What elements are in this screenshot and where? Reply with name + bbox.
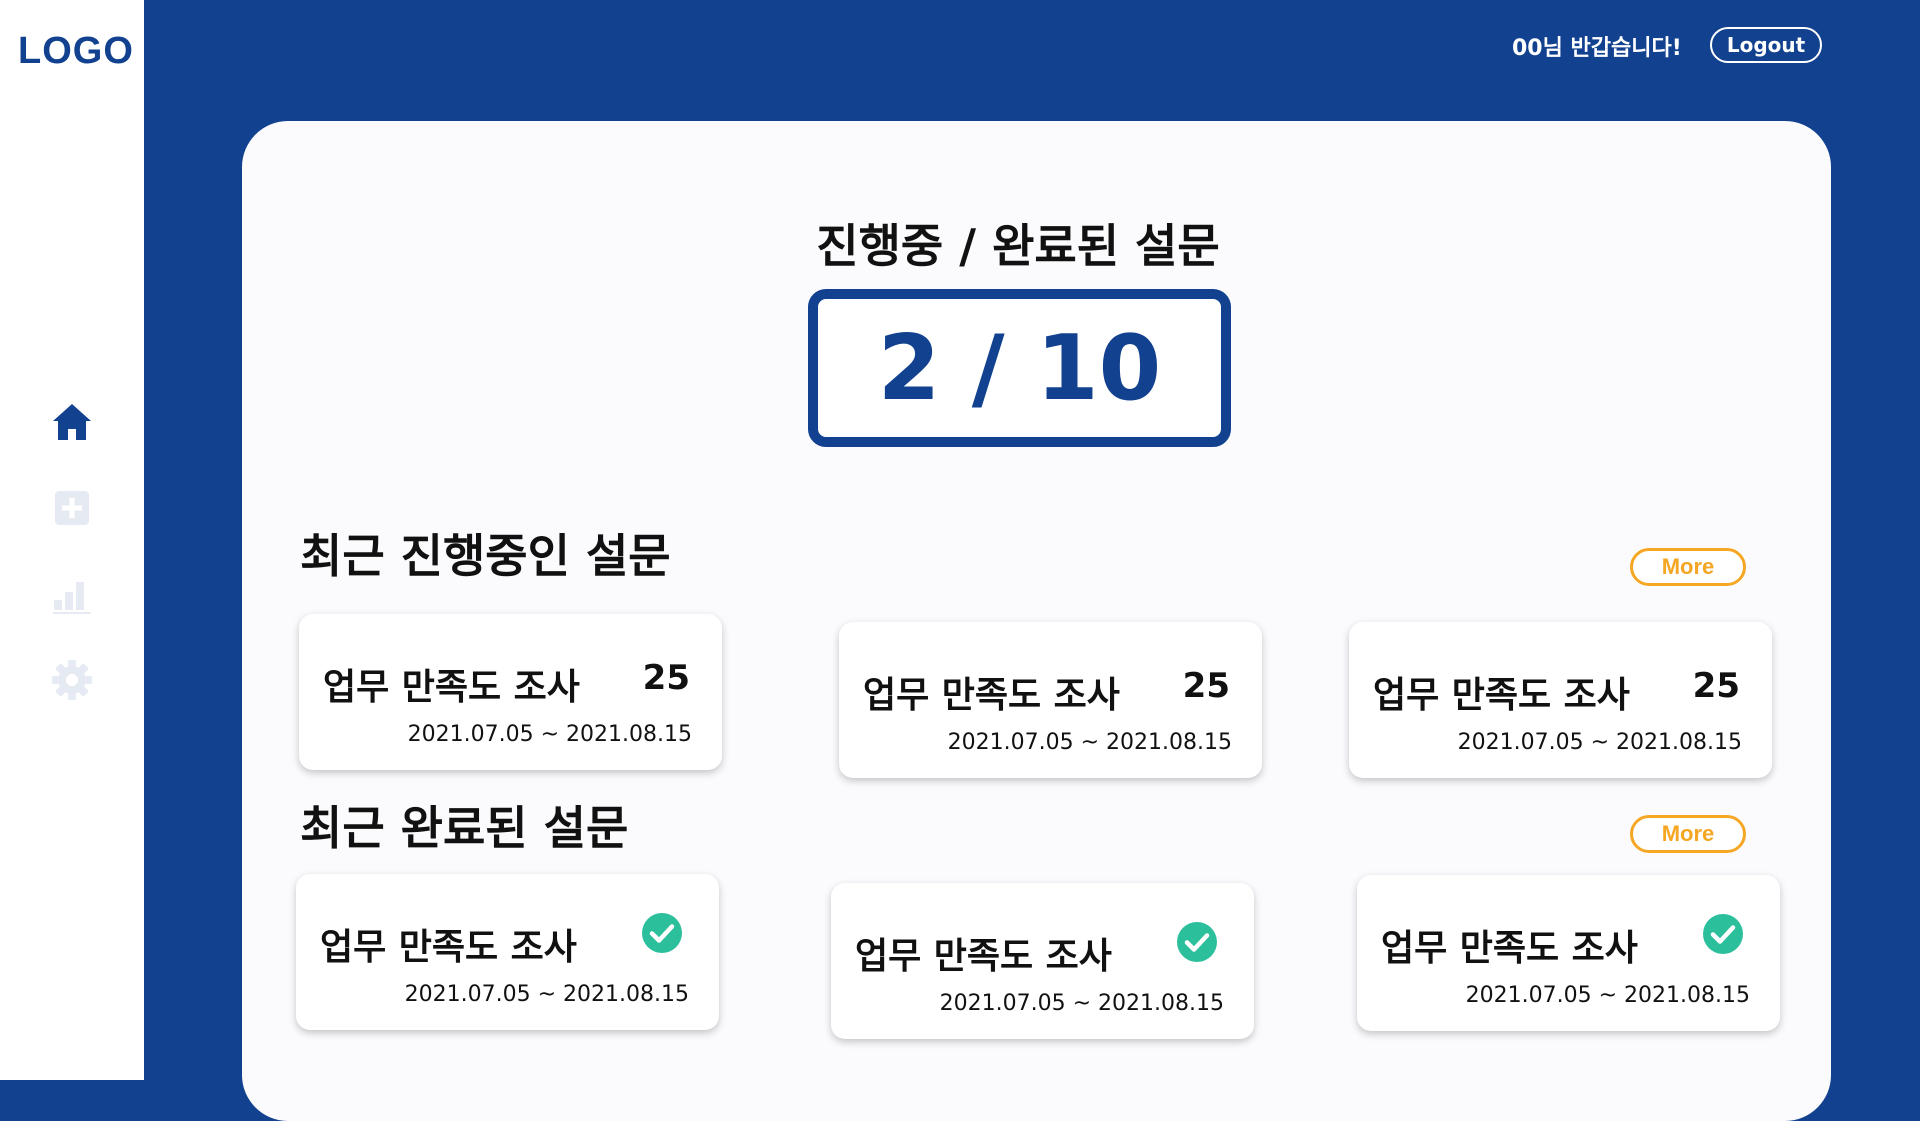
ongoing-survey-card[interactable]: 업무 만족도 조사 25 2021.07.05 ~ 2021.08.15 <box>1349 622 1772 778</box>
home-icon <box>53 404 91 440</box>
card-title: 업무 만족도 조사 <box>1381 928 1638 969</box>
completed-survey-card[interactable]: 업무 만족도 조사 2021.07.05 ~ 2021.08.15 <box>1357 875 1780 1031</box>
ongoing-more-button[interactable]: More <box>1630 548 1746 586</box>
sidebar-item-create[interactable] <box>50 486 94 530</box>
response-count: 25 <box>642 658 690 698</box>
completed-survey-card[interactable]: 업무 만족도 조사 2021.07.05 ~ 2021.08.15 <box>296 874 719 1030</box>
sidebar-item-stats[interactable] <box>50 572 94 616</box>
logo[interactable]: LOGO <box>18 30 134 73</box>
summary-title: 진행중 / 완료된 설문 <box>816 219 1220 273</box>
survey-period: 2021.07.05 ~ 2021.08.15 <box>1457 730 1742 755</box>
greeting-text: 00님 반갑습니다! <box>1512 36 1682 61</box>
ongoing-survey-card[interactable]: 업무 만족도 조사 25 2021.07.05 ~ 2021.08.15 <box>299 614 722 770</box>
completed-more-button[interactable]: More <box>1630 815 1746 853</box>
check-circle-icon <box>1703 914 1743 954</box>
plus-square-icon <box>55 491 89 525</box>
response-count: 25 <box>1182 666 1230 706</box>
card-title: 업무 만족도 조사 <box>855 936 1112 977</box>
survey-period: 2021.07.05 ~ 2021.08.15 <box>404 982 689 1007</box>
response-count: 25 <box>1692 666 1740 706</box>
summary-count-box: 2 / 10 <box>808 289 1231 447</box>
check-circle-icon <box>1177 922 1217 962</box>
card-title: 업무 만족도 조사 <box>323 667 580 708</box>
survey-period: 2021.07.05 ~ 2021.08.15 <box>947 730 1232 755</box>
card-title: 업무 만족도 조사 <box>863 675 1120 716</box>
sidebar-item-home[interactable] <box>50 400 94 444</box>
sidebar-item-settings[interactable] <box>50 658 94 702</box>
ongoing-section-title: 최근 진행중인 설문 <box>300 529 671 583</box>
survey-period: 2021.07.05 ~ 2021.08.15 <box>939 991 1224 1016</box>
card-title: 업무 만족도 조사 <box>1373 675 1630 716</box>
logout-button[interactable]: Logout <box>1710 27 1822 63</box>
completed-section-title: 최근 완료된 설문 <box>300 801 629 855</box>
sidebar: LOGO <box>0 0 144 1080</box>
completed-survey-card[interactable]: 업무 만족도 조사 2021.07.05 ~ 2021.08.15 <box>831 883 1254 1039</box>
survey-period: 2021.07.05 ~ 2021.08.15 <box>407 722 692 747</box>
card-title: 업무 만족도 조사 <box>320 927 577 968</box>
gear-icon <box>52 660 92 700</box>
ongoing-survey-card[interactable]: 업무 만족도 조사 25 2021.07.05 ~ 2021.08.15 <box>839 622 1262 778</box>
survey-period: 2021.07.05 ~ 2021.08.15 <box>1465 983 1750 1008</box>
bar-chart-icon <box>53 582 91 614</box>
check-circle-icon <box>642 913 682 953</box>
